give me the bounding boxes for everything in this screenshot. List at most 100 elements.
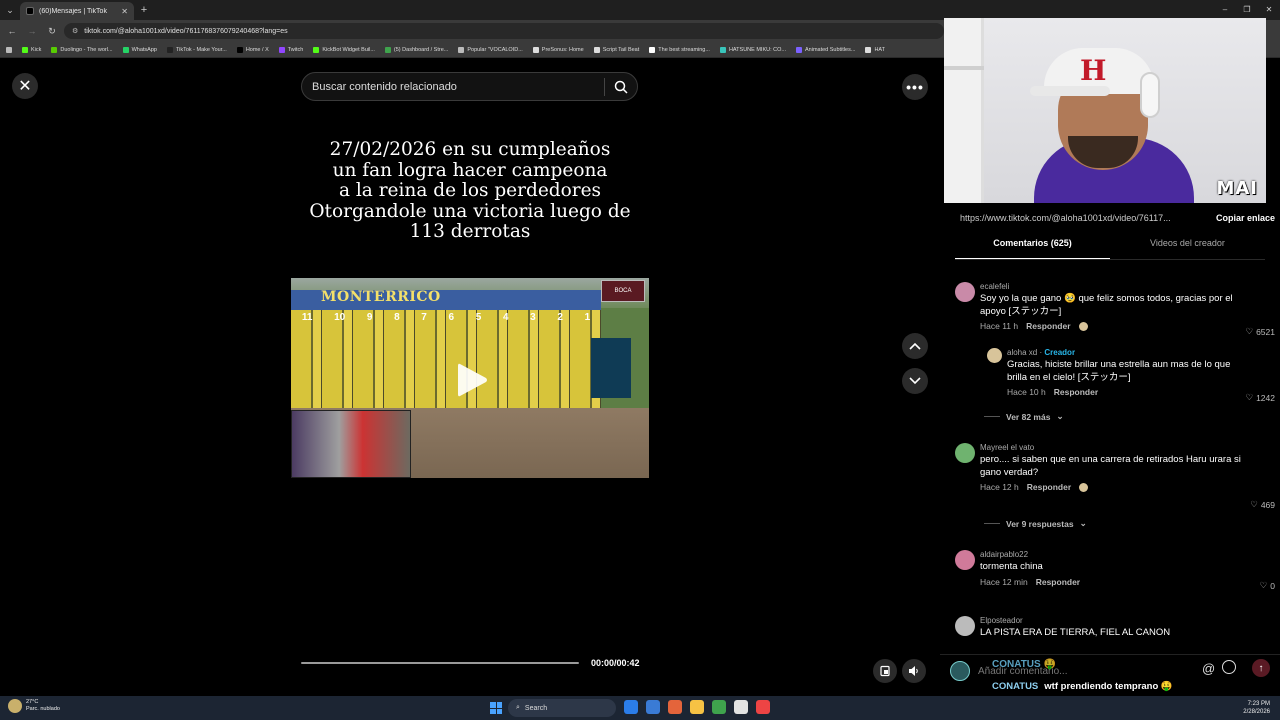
reply-button[interactable]: Responder: [1027, 482, 1071, 492]
bookmark-item[interactable]: Script Tail Beat: [593, 46, 639, 53]
mention-button[interactable]: @: [1202, 661, 1215, 676]
more-options-button[interactable]: •••: [902, 74, 928, 100]
tab-close-icon[interactable]: ✕: [121, 7, 128, 16]
related-search-input[interactable]: [312, 80, 604, 93]
close-window-button[interactable]: ✕: [1258, 0, 1280, 20]
bookmark-item[interactable]: Kick: [22, 46, 41, 53]
start-button[interactable]: [490, 702, 502, 714]
view-more-replies-button[interactable]: Ver 9 respuestas ⌄: [984, 518, 1087, 529]
search-button[interactable]: [605, 72, 637, 101]
pip-button[interactable]: [873, 659, 897, 683]
reload-icon[interactable]: ↻: [44, 26, 60, 37]
avatar[interactable]: [955, 616, 975, 636]
tab-comments[interactable]: Comentarios (625): [955, 238, 1110, 259]
bookmark-item[interactable]: KickBot Widget Buil...: [313, 46, 375, 53]
like-count: 1242: [1256, 392, 1275, 403]
play-icon[interactable]: [454, 360, 490, 400]
video-player[interactable]: 27/02/2026 en su cumpleaños un fan logra…: [291, 58, 649, 696]
maximize-button[interactable]: ❐: [1236, 0, 1258, 20]
reply-button[interactable]: Responder: [1054, 387, 1098, 397]
comment-username[interactable]: Elposteador: [980, 616, 1245, 627]
next-video-button[interactable]: [902, 368, 928, 394]
comment-username[interactable]: Mayreel el vato: [980, 443, 1245, 454]
bookmark-favicon-icon: [796, 46, 802, 53]
post-comment-button[interactable]: ↑: [1252, 659, 1270, 677]
bookmark-item[interactable]: WhatsApp: [122, 46, 157, 53]
comment-time: Hace 11 h: [980, 321, 1019, 331]
tab-tiktok[interactable]: (60)Mensajes | TikTok ✕: [20, 2, 134, 20]
taskbar-search-label: Search: [524, 704, 548, 712]
bookmark-favicon-icon: [719, 46, 726, 53]
comment-text: LA PISTA ERA DE TIERRA, FIEL AL CANON: [980, 627, 1171, 638]
taskbar-app-icon[interactable]: [734, 700, 748, 714]
bookmark-item[interactable]: The best streaming...: [649, 46, 710, 53]
like-button[interactable]: ♡ 1242: [1245, 392, 1275, 403]
like-button[interactable]: ♡ 0: [1260, 580, 1275, 591]
bookmark-item[interactable]: (5) Dashboard / Stre...: [384, 46, 448, 53]
reply-button[interactable]: Responder: [1036, 577, 1080, 587]
race-clip: MONTERRICO 11 10 9 8 7 6 5 4 3 2 1 BOCA: [291, 278, 649, 478]
like-count: 6521: [1256, 326, 1275, 337]
chat-message: wtf prendiendo temprano 🤑: [1044, 681, 1173, 692]
comment-username[interactable]: aloha xd: [1007, 348, 1037, 357]
taskbar-app-icon[interactable]: [690, 700, 704, 714]
reply-button[interactable]: Responder: [1026, 321, 1070, 331]
bookmark-item[interactable]: Animated Subtitles...: [796, 46, 855, 53]
close-icon: ✕: [18, 78, 32, 95]
chevron-up-icon: [909, 342, 921, 350]
like-button[interactable]: ♡ 6521: [1245, 326, 1275, 337]
bookmark-item[interactable]: Twitch: [278, 46, 303, 53]
avatar[interactable]: [987, 348, 1002, 363]
more-icon: •••: [906, 79, 924, 95]
previous-video-button[interactable]: [902, 333, 928, 359]
bookmark-item[interactable]: HATSUNE MIKU: CO...: [719, 46, 786, 53]
tiktok-favicon-icon: [26, 7, 34, 15]
emoji-icon[interactable]: [1222, 660, 1236, 674]
url-field[interactable]: ⚙ tiktok.com/@aloha1001xd/video/76117683…: [64, 23, 944, 39]
tab-search-icon[interactable]: ⌄: [0, 0, 20, 20]
comment-username[interactable]: ecalefeli: [980, 282, 1245, 293]
comment-text: Gracias, hiciste brillar una estrella au…: [1007, 359, 1231, 383]
close-viewer-button[interactable]: ✕: [12, 73, 38, 99]
minimize-button[interactable]: –: [1214, 0, 1236, 20]
taskbar-app-icon[interactable]: [646, 700, 660, 714]
taskbar-app-icon[interactable]: [712, 700, 726, 714]
bookmark-label: Duolingo - The worl...: [60, 46, 113, 53]
back-icon[interactable]: ←: [4, 26, 20, 36]
bookmark-item[interactable]: Popular "VOCALOID...: [458, 46, 523, 53]
volume-button[interactable]: [902, 659, 926, 683]
copy-link-button[interactable]: Copiar enlace: [1216, 213, 1275, 223]
forward-icon[interactable]: →: [24, 26, 40, 36]
site-info-icon[interactable]: ⚙: [72, 27, 78, 35]
share-url[interactable]: https://www.tiktok.com/@aloha1001xd/vide…: [960, 213, 1175, 223]
clock-time: 7:23 PM: [1247, 701, 1270, 707]
chevron-down-icon: ⌄: [1079, 518, 1087, 528]
view-more-replies-button[interactable]: Ver 82 más ⌄: [984, 411, 1064, 422]
apps-icon[interactable]: [6, 46, 12, 53]
comment-username[interactable]: aldairpablo22: [980, 550, 1245, 561]
bookmark-label: PreSonus: Home: [541, 46, 584, 53]
system-clock[interactable]: 7:23 PM 2/28/2026: [1243, 700, 1270, 716]
new-tab-button[interactable]: +: [134, 4, 154, 16]
bookmark-item[interactable]: PreSonus: Home: [532, 46, 584, 53]
like-button[interactable]: ♡ 469: [1250, 499, 1275, 510]
taskbar-app-icon[interactable]: [624, 700, 638, 714]
comment-time: Hace 12 min: [980, 576, 1028, 587]
creator-liked-icon: [1078, 321, 1088, 331]
progress-bar[interactable]: [301, 662, 579, 664]
bookmark-item[interactable]: Duolingo - The worl...: [51, 46, 113, 53]
taskbar-app-icon[interactable]: [756, 700, 770, 714]
taskbar-search[interactable]: ⌕ Search: [508, 699, 616, 717]
weather-widget[interactable]: 27°C Parc. nublado: [8, 699, 60, 713]
tab-title: (60)Mensajes | TikTok: [39, 7, 107, 15]
taskbar-app-icon[interactable]: [668, 700, 682, 714]
bookmark-item[interactable]: Home / X: [236, 46, 269, 53]
avatar[interactable]: [955, 282, 975, 302]
bookmark-item[interactable]: TikTok - Make Your...: [166, 46, 227, 53]
tab-creator-videos[interactable]: Videos del creador: [1110, 238, 1265, 259]
avatar[interactable]: [955, 443, 975, 463]
bookmark-item[interactable]: HAT: [865, 46, 885, 53]
clock-date: 2/28/2026: [1243, 709, 1270, 715]
bookmark-label: Home / X: [245, 46, 269, 53]
avatar[interactable]: [955, 550, 975, 570]
